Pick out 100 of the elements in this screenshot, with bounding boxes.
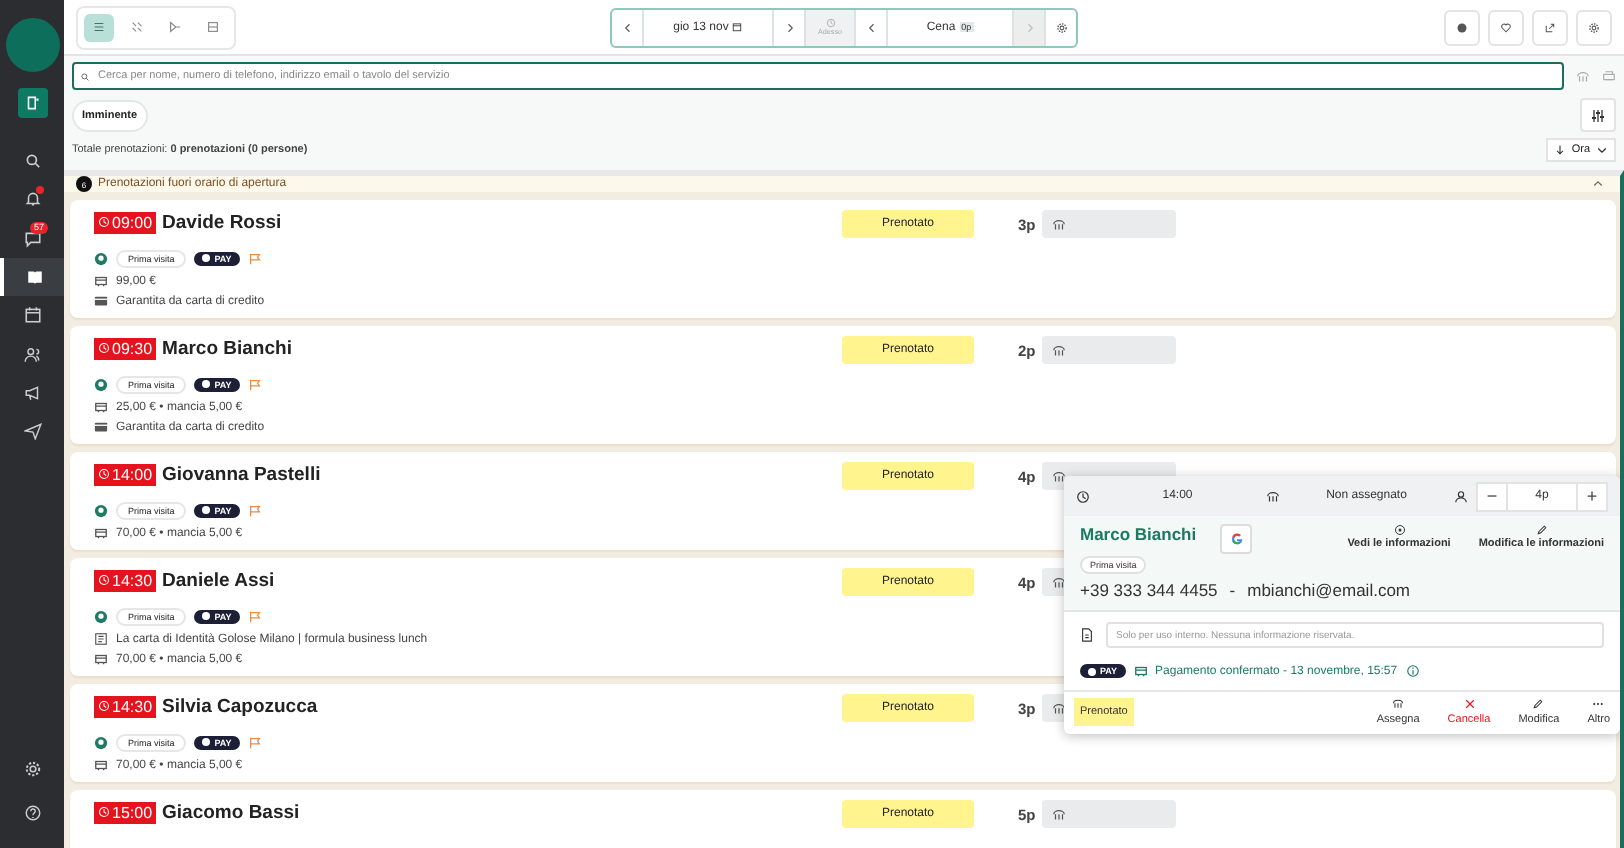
floor-plan-icon xyxy=(206,20,220,34)
guest-icon xyxy=(94,735,108,749)
cash-register-icon xyxy=(1133,664,1148,678)
table-icon xyxy=(1392,698,1405,710)
cash-register-icon xyxy=(94,526,108,540)
table-icon xyxy=(1051,469,1066,483)
chevron-right-icon xyxy=(783,21,795,33)
pencil-icon xyxy=(1532,698,1545,710)
clock-icon xyxy=(98,700,110,712)
flag-icon xyxy=(247,609,262,623)
settings-icon xyxy=(1588,21,1600,33)
guest-name[interactable]: Giacomo Bassi xyxy=(162,801,300,823)
table-icon xyxy=(1051,575,1066,589)
menu-icon xyxy=(94,632,108,646)
help-icon xyxy=(23,803,41,822)
clock-icon xyxy=(825,18,835,28)
time-badge: 09:30 xyxy=(94,337,157,359)
guest-icon xyxy=(94,503,108,517)
reservations-button[interactable] xyxy=(0,257,64,297)
flag-icon xyxy=(247,503,262,517)
clock-icon xyxy=(98,342,110,354)
settings-icon xyxy=(1055,21,1067,33)
book-plus-icon xyxy=(23,94,41,112)
person-icon xyxy=(1454,489,1468,503)
settings-icon xyxy=(23,759,41,778)
next-service-button[interactable] xyxy=(1014,9,1046,45)
cash-register-icon xyxy=(94,400,108,414)
paper-plane-icon xyxy=(23,422,41,441)
chevron-left-icon xyxy=(621,21,633,33)
clock-icon xyxy=(1076,489,1090,503)
credit-card-icon xyxy=(94,420,108,434)
play-icon xyxy=(168,20,182,34)
guest-icon xyxy=(94,377,108,391)
time-badge: 14:30 xyxy=(94,569,157,591)
info-icon xyxy=(1405,664,1420,678)
credit-card-icon xyxy=(94,294,108,308)
table-field[interactable] xyxy=(1041,336,1176,364)
bell-icon xyxy=(23,190,41,209)
calendar-icon xyxy=(732,22,743,32)
globe-button[interactable] xyxy=(1444,9,1480,45)
time-badge: 09:00 xyxy=(94,211,157,233)
email-address: mbianchi@email.com xyxy=(1247,580,1411,600)
search-icon xyxy=(80,72,90,82)
table-icon xyxy=(1051,701,1066,715)
guest-icon xyxy=(94,251,108,265)
printer-icon xyxy=(1602,69,1616,83)
separator-text: - xyxy=(1229,580,1236,600)
guest-name[interactable]: Giovanna Pastelli xyxy=(162,463,321,485)
google-icon xyxy=(1229,532,1244,546)
chevron-right-icon xyxy=(1023,21,1035,33)
settings-button[interactable] xyxy=(1576,9,1612,45)
time-badge: 14:00 xyxy=(94,463,157,485)
guest-name: Marco Bianchi xyxy=(1080,524,1197,544)
guest-name[interactable]: Daniele Assi xyxy=(162,569,275,591)
table-field[interactable] xyxy=(1041,800,1176,828)
time-badge: 15:00 xyxy=(94,801,157,823)
list-view-tab[interactable] xyxy=(84,13,114,41)
share-icon xyxy=(1544,21,1556,33)
chevron-down-icon xyxy=(1596,144,1608,156)
google-button[interactable] xyxy=(1220,524,1253,554)
arrow-down-icon xyxy=(1553,144,1566,156)
book-icon xyxy=(25,268,43,287)
guest-name[interactable]: Marco Bianchi xyxy=(162,337,292,359)
people-icon xyxy=(23,345,41,364)
phone-number: +39 333 344 4455 xyxy=(1080,580,1218,600)
cash-register-icon xyxy=(94,274,108,288)
collapse-button[interactable] xyxy=(1592,178,1604,190)
clock-icon xyxy=(98,574,110,586)
avatar[interactable] xyxy=(5,18,59,72)
guest-name[interactable]: Davide Rossi xyxy=(162,211,282,233)
table-filter-button[interactable] xyxy=(1576,69,1590,83)
list-icon xyxy=(92,20,106,34)
chat-icon xyxy=(23,229,41,248)
table-icon xyxy=(1051,343,1066,357)
table-icon xyxy=(1051,217,1066,231)
cash-register-icon xyxy=(94,652,108,666)
chevron-left-icon xyxy=(865,21,877,33)
eye-icon xyxy=(1393,524,1406,536)
print-button[interactable] xyxy=(1602,69,1616,83)
cash-register-icon xyxy=(94,758,108,772)
time-badge: 14:30 xyxy=(94,695,157,717)
grid-icon xyxy=(130,20,144,34)
chevron-up-icon xyxy=(1592,178,1604,190)
heart-icon xyxy=(1500,21,1512,33)
megaphone-icon xyxy=(23,383,41,402)
table-icon xyxy=(1576,69,1590,83)
increase-button[interactable]: + xyxy=(1578,483,1606,509)
guest-name[interactable]: Silvia Capozucca xyxy=(162,695,318,717)
table-field[interactable] xyxy=(1041,210,1176,238)
note-icon xyxy=(1080,628,1094,642)
decrease-button[interactable]: − xyxy=(1478,483,1506,509)
guest-icon xyxy=(94,609,108,623)
clock-icon xyxy=(98,806,110,818)
sliders-icon xyxy=(1590,107,1606,123)
close-icon xyxy=(1463,698,1475,710)
new-reservation-button[interactable] xyxy=(17,88,47,118)
search-icon xyxy=(23,152,41,171)
filter-settings-button[interactable] xyxy=(1580,98,1616,132)
calendar-icon xyxy=(23,306,41,325)
flag-icon xyxy=(247,735,262,749)
